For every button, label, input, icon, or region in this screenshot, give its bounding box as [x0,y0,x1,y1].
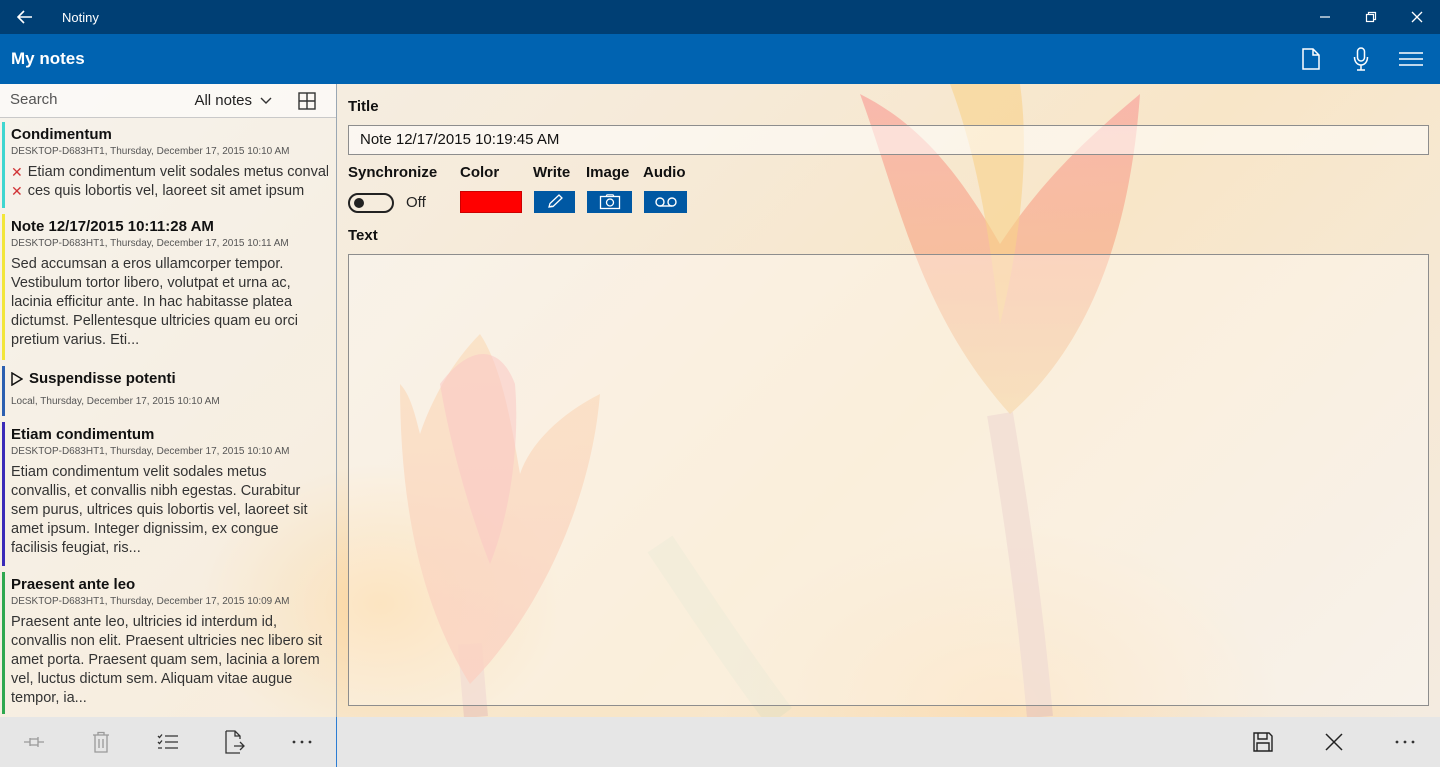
checklist-button[interactable] [134,717,201,767]
title-input[interactable]: Note 12/17/2015 10:19:45 AM [348,125,1429,155]
notes-list-pane: Search All notes Condimentum DESKTOP-D68… [0,84,337,717]
note-meta: DESKTOP-D683HT1, Thursday, December 17, … [11,596,290,607]
more-icon [1395,740,1414,744]
note-color-bar [2,122,5,208]
app-header: My notes [0,34,1440,84]
view-toggle-button[interactable] [290,84,324,118]
app-title: Notiny [62,9,99,25]
notes-list: Condimentum DESKTOP-D683HT1, Thursday, D… [0,119,336,717]
sync-state: Off [406,194,426,211]
window-titlebar: Notiny [0,0,1440,34]
note-editor: Title Note 12/17/2015 10:19:45 AM Synchr… [338,84,1440,717]
main-menu-button[interactable] [1386,34,1436,84]
note-color-bar [2,572,5,714]
new-note-button[interactable] [1286,34,1336,84]
restore-button[interactable] [1348,0,1394,34]
camera-icon [599,194,620,210]
back-button[interactable] [0,0,50,34]
note-title: Etiam condimentum [11,426,155,443]
note-title: Note 12/17/2015 10:11:28 AM [11,218,214,235]
window-controls [1302,0,1440,34]
editor-commands [1227,717,1440,767]
list-item[interactable]: Note 12/17/2015 10:11:28 AM DESKTOP-D683… [0,211,336,363]
checklist-item: ✕ ces quis lobortis vel, laoreet sit ame… [11,183,305,199]
list-item[interactable]: Etiam condimentum DESKTOP-D683HT1, Thurs… [0,419,336,569]
close-icon [1324,733,1343,751]
title-label: Title [348,98,379,115]
note-meta: DESKTOP-D683HT1, Thursday, December 17, … [11,238,289,249]
more-options-button[interactable] [1369,717,1440,767]
note-title: Condimentum [11,126,112,143]
close-window-button[interactable] [1394,0,1440,34]
sync-toggle[interactable] [348,193,394,213]
toggle-knob [354,198,364,208]
microphone-icon [1353,47,1369,71]
audio-label: Audio [643,164,686,181]
list-item[interactable]: Praesent ante leo DESKTOP-D683HT1, Thurs… [0,569,336,717]
image-button[interactable] [587,191,632,213]
color-picker-button[interactable] [460,191,522,213]
audio-play-icon [11,372,23,387]
note-title: Praesent ante leo [11,576,136,593]
voicemail-icon [654,197,677,207]
note-meta: DESKTOP-D683HT1, Thursday, December 17, … [11,446,290,457]
pen-icon [547,194,563,208]
note-title-row: Suspendisse potenti [11,369,328,389]
delete-button[interactable] [67,717,134,767]
search-input[interactable]: Search [0,84,194,118]
search-bar: Search All notes [0,84,336,118]
minimize-button[interactable] [1302,0,1348,34]
write-label: Write [533,164,571,181]
note-title: Suspendisse potenti [29,370,176,387]
unchecked-x-icon: ✕ [11,164,23,180]
hamburger-menu-icon [1399,52,1423,66]
audio-button[interactable] [644,191,687,213]
pin-button[interactable] [0,717,67,767]
pin-icon [23,737,44,747]
header-actions [1286,34,1436,84]
command-bar [0,717,1440,767]
color-label: Color [460,164,500,181]
export-button[interactable] [202,717,269,767]
more-icon [293,740,312,744]
note-preview: Etiam condimentum velit sodales metus co… [11,464,308,556]
more-options-button[interactable] [269,717,336,767]
list-item[interactable]: Suspendisse potenti Local, Thursday, Dec… [0,363,336,419]
save-button[interactable] [1227,717,1298,767]
note-color-bar [2,214,5,360]
grid-view-icon [298,91,316,110]
note-meta: DESKTOP-D683HT1, Thursday, December 17, … [11,146,290,157]
page-title: My notes [11,49,85,68]
unchecked-x-icon: ✕ [11,183,23,199]
checklist-item: ✕ Etiam condimentum velit sodales metus … [11,164,328,180]
image-label: Image [586,164,630,181]
text-label: Text [348,227,378,244]
close-note-button[interactable] [1298,717,1369,767]
note-meta: Local, Thursday, December 17, 2015 10:10… [11,396,220,407]
save-icon [1252,732,1273,752]
list-commands [0,717,337,767]
sync-label: Synchronize [348,164,438,181]
export-icon [225,730,246,754]
minimize-icon [1320,16,1330,18]
write-button[interactable] [534,191,575,213]
close-icon [1411,11,1423,23]
filter-dropdown[interactable]: All notes [194,92,272,109]
note-preview: Praesent ante leo, ultricies id interdum… [11,614,323,706]
delete-icon [92,731,109,753]
filter-label: All notes [194,92,252,109]
note-color-bar [2,366,5,416]
note-preview: Sed accumsan a eros ullamcorper tempor. … [11,256,298,348]
back-arrow-icon [17,10,32,24]
voice-note-button[interactable] [1336,34,1386,84]
note-text-area[interactable] [348,254,1429,706]
list-item[interactable]: Condimentum DESKTOP-D683HT1, Thursday, D… [0,119,336,211]
chevron-down-icon [260,97,272,104]
checklist-icon [157,734,178,749]
note-color-bar [2,422,5,566]
new-note-icon [1302,48,1320,70]
restore-icon [1365,11,1377,23]
